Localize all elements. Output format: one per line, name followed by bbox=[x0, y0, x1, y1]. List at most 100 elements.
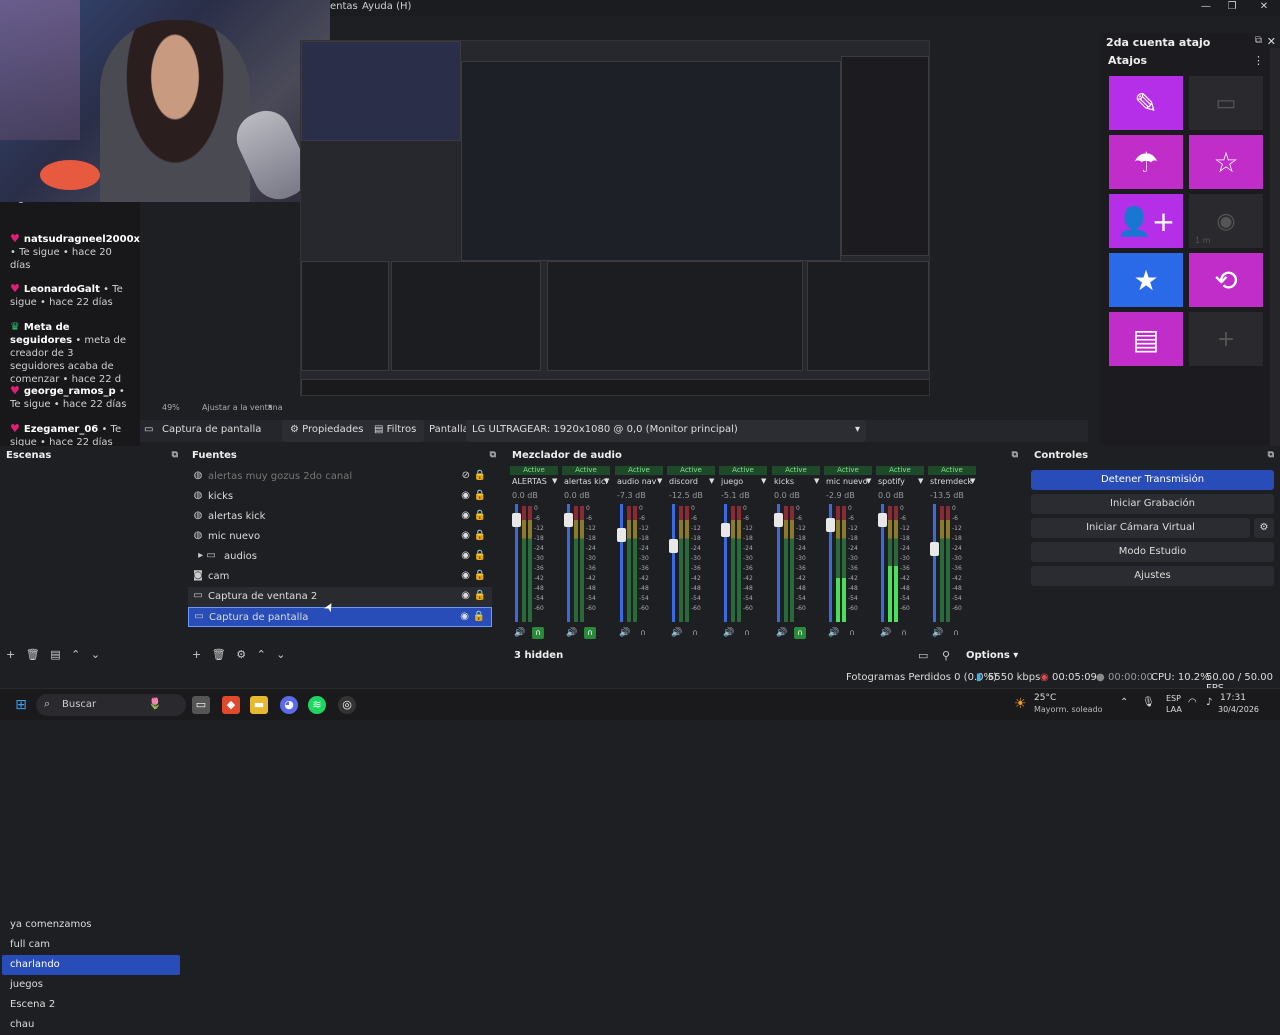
speaker-icon[interactable]: 🔊 bbox=[566, 628, 577, 638]
speaker-icon[interactable]: 🔊 bbox=[619, 628, 630, 638]
scene-item[interactable]: Escena 2 bbox=[2, 995, 180, 1015]
eye-off-icon[interactable]: ⊘ bbox=[462, 470, 470, 481]
up-icon[interactable]: ⌃ bbox=[257, 648, 266, 661]
program-preview[interactable] bbox=[300, 40, 930, 396]
volume-slider[interactable] bbox=[933, 504, 936, 622]
volume-knob[interactable] bbox=[564, 513, 573, 527]
weather-desc[interactable]: Mayorm. soleado bbox=[1034, 705, 1103, 714]
shortcut-tile[interactable]: ⟲ bbox=[1189, 253, 1263, 307]
headphones-icon[interactable]: ∩ bbox=[584, 627, 596, 639]
shortcut-tile[interactable]: ✎ bbox=[1109, 76, 1183, 130]
lock-icon[interactable]: 🔒 bbox=[474, 550, 486, 561]
eye-icon[interactable]: ◉ bbox=[461, 530, 470, 541]
dock-scrollbar[interactable] bbox=[1270, 48, 1280, 446]
clock-time[interactable]: 17:31 bbox=[1220, 693, 1246, 703]
chevron-down-icon[interactable]: ▾ bbox=[268, 402, 272, 411]
lock-icon[interactable]: 🔒 bbox=[474, 530, 486, 541]
close-icon[interactable]: ✕ bbox=[1252, 0, 1276, 16]
spotify-icon[interactable]: ≋ bbox=[308, 696, 326, 714]
down-icon[interactable]: ⌄ bbox=[276, 648, 285, 661]
eye-icon[interactable]: ◉ bbox=[461, 510, 470, 521]
speaker-icon[interactable]: 🔊 bbox=[880, 628, 891, 638]
source-item[interactable]: ◍ mic nuevo ◉ 🔒 bbox=[188, 527, 492, 547]
microphone-icon[interactable]: 🎙 bbox=[1142, 697, 1155, 708]
zoom-value[interactable]: 49% bbox=[162, 403, 180, 412]
volume-icon[interactable]: ♪ bbox=[1206, 697, 1212, 708]
shortcut-tile[interactable]: + bbox=[1189, 312, 1263, 366]
scene-item[interactable]: full cam bbox=[2, 935, 180, 955]
eye-icon[interactable]: ◉ bbox=[461, 550, 470, 561]
headphones-icon[interactable]: ∩ bbox=[950, 627, 962, 639]
speaker-icon[interactable]: 🔊 bbox=[932, 628, 943, 638]
volume-knob[interactable] bbox=[721, 523, 730, 537]
headphones-icon[interactable]: ∩ bbox=[741, 627, 753, 639]
up-icon[interactable]: ⌃ bbox=[71, 648, 80, 661]
speaker-icon[interactable]: 🔊 bbox=[514, 628, 525, 638]
shortcut-tile[interactable]: ☂ bbox=[1109, 135, 1183, 189]
filters-button[interactable]: ▤ Filtros bbox=[366, 420, 425, 442]
source-item[interactable]: ◍ alertas kick ◉ 🔒 bbox=[188, 507, 492, 527]
add-icon[interactable]: + bbox=[6, 648, 15, 661]
gear-icon[interactable]: ⚙ bbox=[1254, 518, 1274, 538]
eye-icon[interactable]: ◉ bbox=[461, 570, 470, 581]
link-icon[interactable]: ⚲ bbox=[942, 649, 950, 662]
speaker-icon[interactable]: 🔊 bbox=[828, 628, 839, 638]
discord-icon[interactable]: ◕ bbox=[280, 696, 298, 714]
scene-item[interactable]: ya comenzamos bbox=[2, 915, 180, 935]
volume-slider[interactable] bbox=[724, 504, 727, 622]
volume-knob[interactable] bbox=[930, 542, 939, 556]
volume-knob[interactable] bbox=[617, 528, 626, 542]
trash-icon[interactable]: 🗑 bbox=[26, 648, 40, 661]
chevron-down-icon[interactable]: ▼ bbox=[918, 477, 923, 485]
mixer-options[interactable]: Options ▾ bbox=[966, 650, 1018, 661]
dock-float-icon[interactable]: ⧉ bbox=[1255, 35, 1262, 46]
wifi-icon[interactable]: ◠ bbox=[1188, 697, 1197, 708]
shortcut-tile[interactable]: ☆ bbox=[1189, 135, 1263, 189]
chevron-down-icon[interactable]: ▼ bbox=[970, 477, 975, 485]
maximize-icon[interactable]: ❐ bbox=[1220, 0, 1244, 16]
chevron-down-icon[interactable]: ▼ bbox=[761, 477, 766, 485]
scene-item[interactable]: juegos bbox=[2, 975, 180, 995]
stop-stream-button[interactable]: Detener Transmisión bbox=[1031, 470, 1274, 490]
headphones-icon[interactable]: ∩ bbox=[898, 627, 910, 639]
virtual-camera-button[interactable]: Iniciar Cámara Virtual bbox=[1031, 518, 1250, 538]
folder-icon[interactable]: ▬ bbox=[250, 696, 268, 714]
volume-knob[interactable] bbox=[669, 539, 678, 553]
lock-icon[interactable]: 🔒 bbox=[474, 510, 486, 521]
volume-knob[interactable] bbox=[512, 513, 521, 527]
chevron-down-icon[interactable]: ▼ bbox=[552, 477, 557, 485]
weather-temp[interactable]: 25°C bbox=[1034, 693, 1056, 703]
chevron-down-icon[interactable]: ▼ bbox=[657, 477, 662, 485]
lock-icon[interactable]: 🔒 bbox=[474, 590, 486, 601]
lock-icon[interactable]: 🔒 bbox=[474, 490, 486, 501]
eye-icon[interactable]: ◉ bbox=[461, 590, 470, 601]
source-item[interactable]: ▭ Captura de pantalla ◉ 🔒 bbox=[188, 607, 492, 627]
shortcut-tile[interactable]: ▤ bbox=[1109, 312, 1183, 366]
hidden-count[interactable]: 3 hidden bbox=[514, 650, 563, 661]
eye-icon[interactable]: ◉ bbox=[461, 490, 470, 501]
minimize-icon[interactable]: — bbox=[1194, 0, 1218, 16]
dock-close-icon[interactable]: ✕ bbox=[1267, 35, 1276, 48]
gear-icon[interactable]: ⚙ bbox=[236, 648, 246, 661]
source-item[interactable]: ◙ cam ◉ 🔒 bbox=[188, 567, 492, 587]
lock-icon[interactable]: 🔒 bbox=[474, 570, 486, 581]
speaker-icon[interactable]: 🔊 bbox=[671, 628, 682, 638]
add-icon[interactable]: + bbox=[192, 648, 201, 661]
shortcut-tile[interactable]: 👤+ bbox=[1109, 194, 1183, 248]
scene-item[interactable]: chau bbox=[2, 1015, 180, 1035]
speaker-icon[interactable]: 🔊 bbox=[776, 628, 787, 638]
lang-primary[interactable]: ESP bbox=[1166, 694, 1181, 703]
headphones-icon[interactable]: ∩ bbox=[846, 627, 858, 639]
volume-knob[interactable] bbox=[878, 513, 887, 527]
menu-item-help[interactable]: Ayuda (H) bbox=[362, 1, 411, 12]
dock-float-icon[interactable]: ⧉ bbox=[1012, 450, 1018, 460]
filter-icon[interactable]: ▤ bbox=[50, 648, 60, 661]
start-recording-button[interactable]: Iniciar Grabación bbox=[1031, 494, 1274, 514]
display-select[interactable]: LG ULTRAGEAR: 1920x1080 @ 0,0 (Monitor p… bbox=[466, 420, 866, 442]
speaker-icon[interactable]: 🔊 bbox=[723, 628, 734, 638]
lang-secondary[interactable]: LAA bbox=[1166, 705, 1182, 714]
source-item[interactable]: ◍ kicks ◉ 🔒 bbox=[188, 487, 492, 507]
headphones-icon[interactable]: ∩ bbox=[532, 627, 544, 639]
brave-icon[interactable]: ◆ bbox=[222, 696, 240, 714]
dock-float-icon[interactable]: ⧉ bbox=[172, 450, 178, 460]
